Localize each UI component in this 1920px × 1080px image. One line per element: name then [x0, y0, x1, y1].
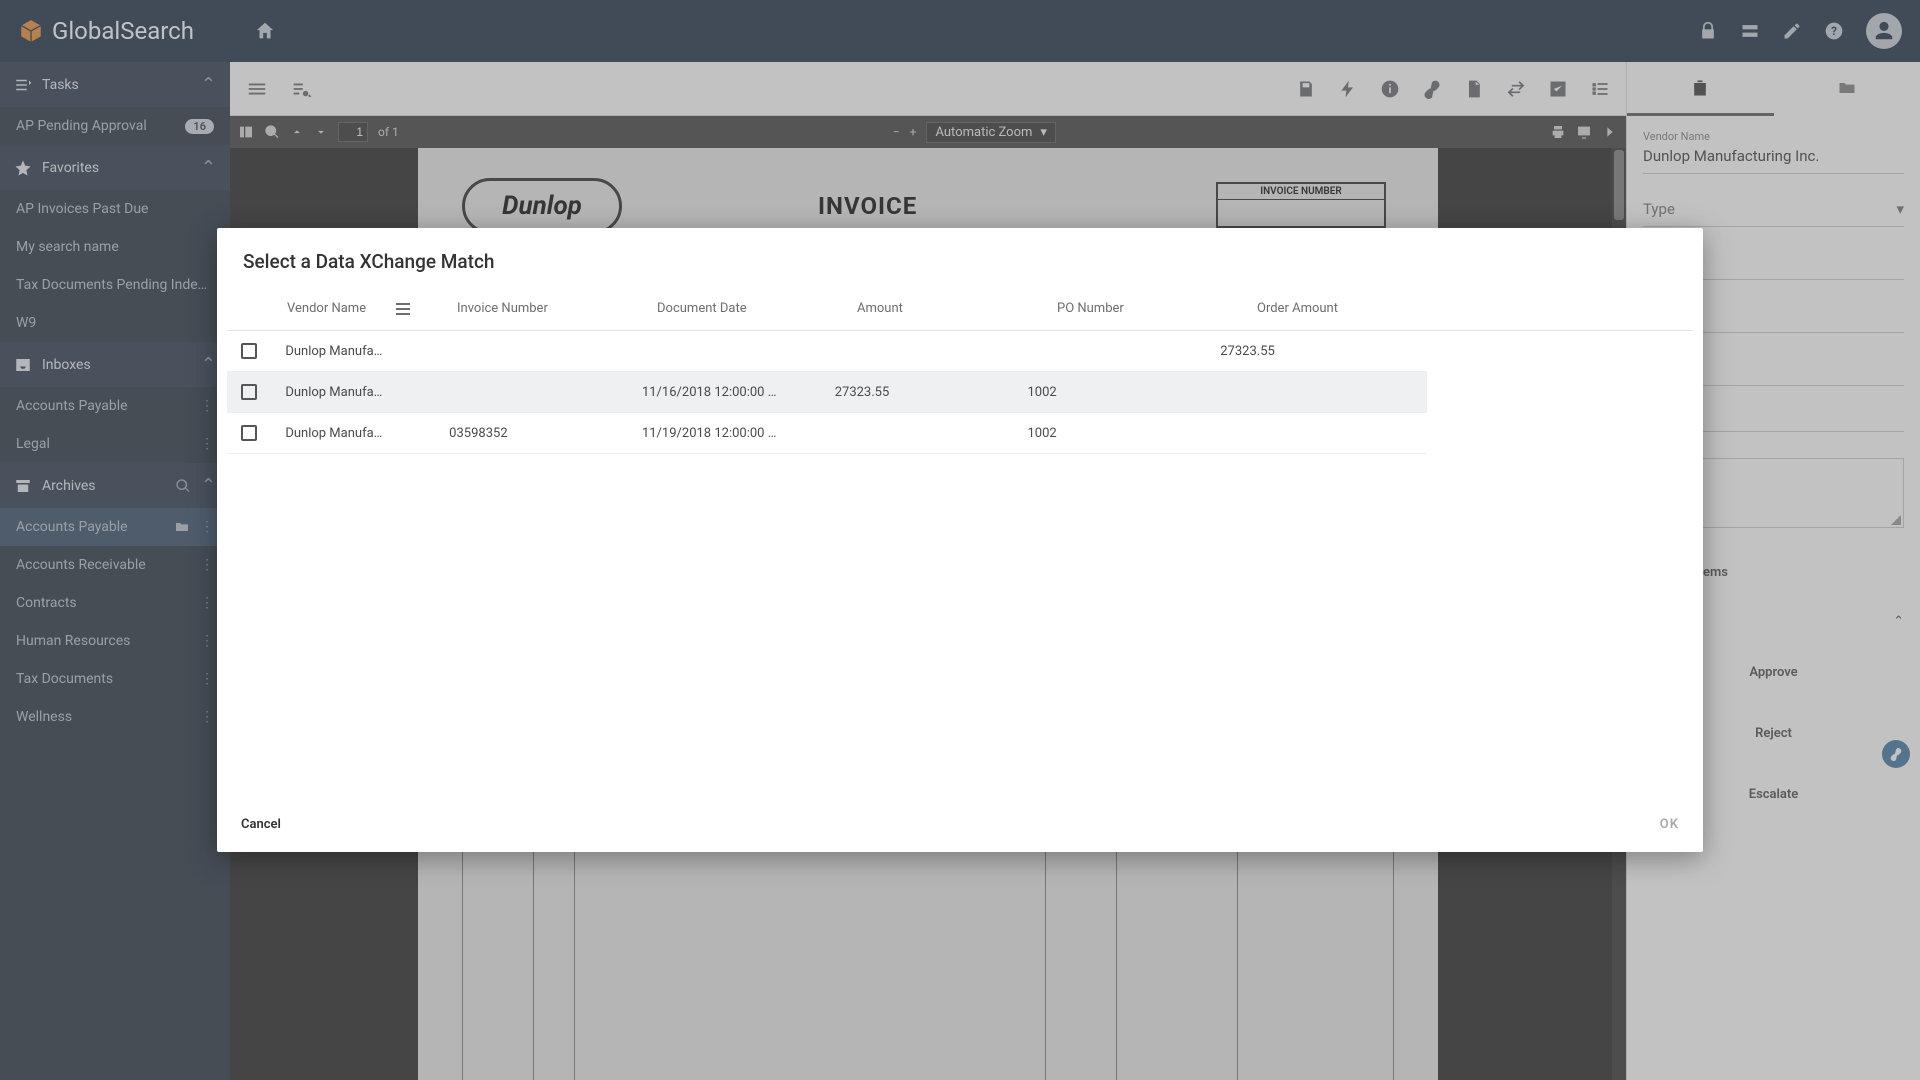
- row-checkbox[interactable]: [241, 343, 257, 359]
- table-row[interactable]: Dunlop Manufa… 03598352 11/19/2018 12:00…: [227, 413, 1427, 454]
- col-order[interactable]: Order Amount: [1257, 301, 1457, 316]
- col-invoice[interactable]: Invoice Number: [457, 301, 657, 316]
- col-vendor[interactable]: Vendor Name: [287, 301, 366, 316]
- ok-button[interactable]: OK: [1660, 817, 1679, 832]
- modal-title: Select a Data XChange Match: [217, 228, 1703, 283]
- modal-header-row: Vendor Name Invoice Number Document Date…: [227, 283, 1693, 331]
- row-checkbox[interactable]: [241, 425, 257, 441]
- col-date[interactable]: Document Date: [657, 301, 857, 316]
- cancel-button[interactable]: Cancel: [241, 817, 281, 832]
- table-row[interactable]: Dunlop Manufa… 11/16/2018 12:00:00 … 273…: [227, 372, 1427, 413]
- data-xchange-modal: Select a Data XChange Match Vendor Name …: [217, 228, 1703, 852]
- table-row[interactable]: Dunlop Manufa… 27323.55: [227, 331, 1427, 372]
- row-checkbox[interactable]: [241, 384, 257, 400]
- modal-footer: Cancel OK: [217, 801, 1703, 852]
- col-amount[interactable]: Amount: [857, 301, 1057, 316]
- modal-table: Vendor Name Invoice Number Document Date…: [217, 283, 1703, 801]
- column-menu-icon[interactable]: [396, 303, 410, 315]
- col-po[interactable]: PO Number: [1057, 301, 1257, 316]
